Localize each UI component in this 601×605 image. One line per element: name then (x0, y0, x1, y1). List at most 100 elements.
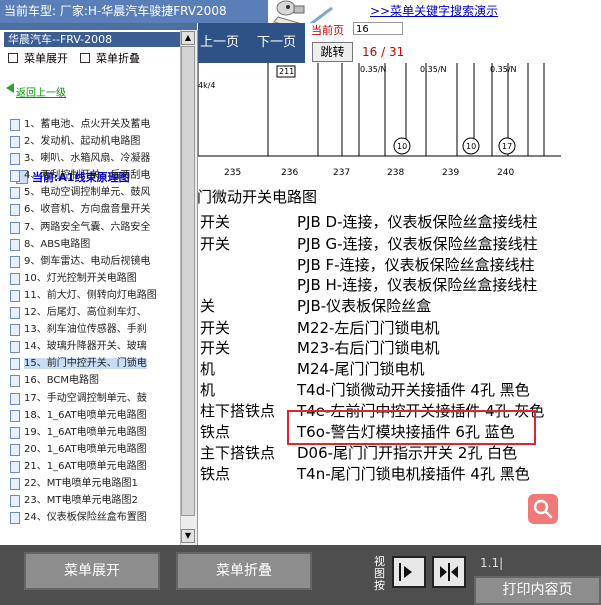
search-demo-link[interactable]: >>菜单关键字搜索演示 (370, 2, 498, 19)
scroll-up-arrow-icon[interactable]: ▲ (181, 31, 195, 45)
tree-item-label: 13、刹车油位传感器、手刹 (24, 324, 147, 336)
legend-right: M22-左后门门锁电机 (297, 319, 440, 337)
sidebar-title: 华晨汽车--FRV-2008 (4, 32, 180, 47)
tree-item[interactable]: 19、1_6AT电喷单元电路图 (6, 424, 178, 441)
tree-item-label: 6、收音机、方向盘音量开关 (24, 204, 151, 216)
sidebar-expand-label: 菜单展开 (24, 52, 68, 65)
scroll-down-arrow-icon[interactable]: ▼ (181, 529, 195, 543)
scroll-thumb[interactable] (181, 46, 195, 516)
tree-item[interactable]: 24、仪表板保险丝盒布置图 (6, 509, 178, 526)
tree-item-label: 11、前大灯、侧转向灯电路图 (24, 289, 157, 301)
print-button[interactable]: 打印内容页 (474, 576, 601, 605)
diagram-circle-label-2: 10 (466, 142, 477, 151)
legend-right: T4d-门锁微动开关接插件 4孔 黑色 (297, 381, 530, 399)
page-input[interactable]: 16 (353, 22, 403, 35)
legend-left: 开关 (200, 213, 231, 231)
legend-right: PJB G-连接，仪表板保险丝盒接线柱 (297, 235, 538, 253)
tree-item-label: 2、发动机、起动机电路图 (24, 136, 141, 148)
view-label: 视图按 (374, 555, 385, 592)
legend-left: 开关 (200, 319, 231, 337)
tree-item[interactable]: 3、喇叭、水箱风扇、冷凝器 (6, 150, 178, 167)
legend-right: PJB F-连接，仪表板保险丝盒接线柱 (297, 256, 535, 274)
wiring-diagram (197, 63, 561, 180)
diagram-circle-label-1: 10 (397, 142, 408, 151)
jump-button[interactable]: 跳转 (312, 42, 353, 62)
tree-item-label: 24、仪表板保险丝盒布置图 (24, 512, 147, 524)
document-icon (10, 409, 20, 422)
tree-item-label: 18、1_6AT电喷单元电路图 (24, 409, 147, 421)
tree-item[interactable]: 18、1_6AT电喷单元电路图 (6, 407, 178, 424)
tree-item-label: 21、1_6AT电喷单元电路图 (24, 460, 147, 472)
tree-item-label: 9、倒车雷达、电动后视镜电 (24, 255, 151, 267)
tree-item[interactable]: 15、前门中控开关、门锁电 (6, 355, 178, 372)
document-icon (10, 426, 20, 439)
tree-item[interactable]: 23、MT电喷单元电路图2 (6, 492, 178, 509)
toolbar-collapse-button[interactable]: 菜单折叠 (176, 552, 312, 590)
legend-left: 铁点 (200, 465, 231, 483)
tree-item-label: 10、灯光控制开关电路图 (24, 272, 137, 284)
next-page-button[interactable]: 下一页 (257, 31, 296, 50)
tree-item[interactable]: 12、后尾灯、高位刹车灯、 (6, 304, 178, 321)
back-link[interactable]: 返回上一级 (16, 84, 66, 99)
tree-item-label: 19、1_6AT电喷单元电路图 (24, 426, 147, 438)
legend-right: M24-尾门门锁电机 (297, 360, 425, 378)
tree-item[interactable]: 20、1_6AT电喷单元电路图 (6, 441, 178, 458)
tree-item[interactable]: 9、倒车雷达、电动后视镜电 (6, 253, 178, 270)
vehicle-label: 当前车型: 厂家:H-华晨汽车骏捷FRV2008 (0, 0, 270, 23)
document-icon (10, 324, 20, 337)
collapse-box-icon (80, 53, 90, 63)
legend-left: 铁点 (200, 423, 231, 441)
diagram-wire-label-1: 0.35/N (360, 65, 387, 74)
document-icon (10, 119, 20, 131)
document-icon (10, 204, 20, 217)
search-button[interactable] (528, 494, 558, 524)
fit-page-button[interactable] (432, 556, 466, 588)
document-icon (10, 477, 20, 490)
diagram-tick: 239 (442, 168, 460, 178)
legend-right: T4n-尾门门锁电机接插件 4孔 黑色 (297, 465, 530, 483)
document-icon (10, 443, 20, 456)
search-icon (533, 499, 553, 519)
tree-item-label: 5、电动空调控制单元、鼓风 (24, 187, 151, 199)
tree-item[interactable]: 4、两刮控制开关、后两刮电 (6, 167, 178, 184)
tree-item[interactable]: 5、电动空调控制单元、鼓风 (6, 184, 178, 201)
tree-item-label: 12、后尾灯、高位刹车灯、 (24, 307, 147, 319)
tree-item[interactable]: 6、收音机、方向盘音量开关 (6, 201, 178, 218)
document-icon (10, 495, 20, 508)
tree-item[interactable]: 17、手动空调控制单元、鼓 (6, 390, 178, 407)
sidebar-expand-button[interactable]: 菜单展开 (8, 52, 68, 66)
tree-item-label: 17、手动空调控制单元、鼓 (24, 392, 147, 404)
tree-item[interactable]: 13、刹车油位传感器、手刹 (6, 321, 178, 338)
diagram-tick: 236 (281, 168, 299, 178)
tree-item[interactable]: 10、灯光控制开关电路图 (6, 270, 178, 287)
tree-item[interactable]: 16、BCM电路图 (6, 372, 178, 389)
tree-item[interactable]: 21、1_6AT电喷单元电路图 (6, 458, 178, 475)
document-icon (10, 460, 20, 473)
document-icon (10, 375, 20, 388)
legend-left: 开关 (200, 339, 231, 357)
toolbar-expand-button[interactable]: 菜单展开 (24, 552, 160, 590)
diagram-tick: 235 (224, 168, 242, 178)
diagram-wire-label-2: 0.35/N (420, 65, 447, 74)
tree-item[interactable]: 2、发动机、起动机电路图 (6, 133, 178, 150)
diagram-tick: 238 (387, 168, 405, 178)
legend-left: 机 (200, 360, 216, 378)
diagram-box-label: 211 (279, 67, 295, 76)
diagram-wire-label-3: 0.35/N (490, 65, 517, 74)
tree-item[interactable]: 14、玻璃升降器开关、玻璃 (6, 338, 178, 355)
tree-item-label: 1、蓄电池、点火开关及蓄电 (24, 119, 151, 130)
document-icon (10, 289, 20, 302)
sidebar-collapse-button[interactable]: 菜单折叠 (80, 52, 140, 66)
tree-item[interactable]: 7、两路安全气囊、六路安全 (6, 219, 178, 236)
fit-width-button[interactable] (392, 556, 426, 588)
document-icon (10, 307, 20, 320)
legend-right: PJB H-连接，仪表板保险丝盒接线柱 (297, 276, 538, 294)
tree-item[interactable]: 1、蓄电池、点火开关及蓄电 (6, 116, 178, 133)
prev-page-button[interactable]: 上一页 (200, 31, 239, 50)
tree-item[interactable]: 11、前大灯、侧转向灯电路图 (6, 287, 178, 304)
legend-left: 机 (200, 381, 216, 399)
tree-item[interactable]: 8、ABS电路图 (6, 236, 178, 253)
diagram-tick: 237 (333, 168, 351, 178)
tree-item[interactable]: 22、MT电喷单元电路图1 (6, 475, 178, 492)
tree-item-label: 22、MT电喷单元电路图1 (24, 477, 138, 489)
